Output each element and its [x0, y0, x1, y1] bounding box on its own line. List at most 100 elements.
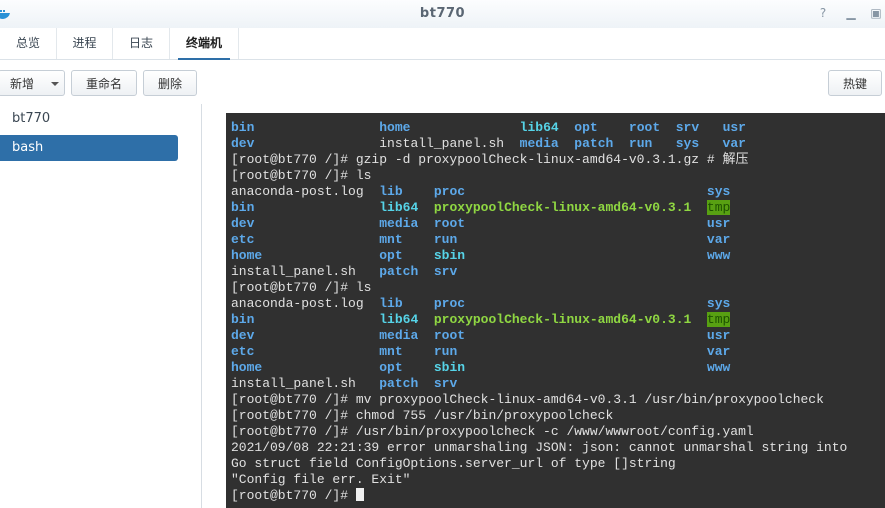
terminal-text: usr [722, 120, 746, 135]
terminal-text: [root@bt770 /]# chmod 755 /usr/bin/proxy… [231, 408, 614, 423]
terminal-text: proxypoolCheck-linux-amd64-v0.3.1 [433, 312, 692, 327]
terminal-text: opt [574, 120, 598, 135]
tab-log[interactable]: 日志 [113, 28, 170, 59]
delete-button[interactable]: 删除 [143, 70, 197, 96]
terminal-text: Go struct field ConfigOptions.server_url… [231, 456, 676, 471]
terminal-line: anaconda-post.log lib proc sys [231, 184, 847, 200]
terminal-line: [root@bt770 /]# ls [231, 280, 847, 296]
terminal-text: bin [231, 120, 255, 135]
terminal-line: [root@bt770 /]# chmod 755 /usr/bin/proxy… [231, 408, 847, 424]
terminal-cursor [355, 488, 364, 501]
sidebar-item-bash[interactable]: bash [0, 135, 178, 161]
terminal-text: [root@bt770 /]# gzip -d proxypoolCheck-l… [231, 152, 749, 167]
terminal-text: run [628, 136, 653, 151]
terminal-text: dev [231, 136, 255, 151]
panel-divider[interactable] [201, 104, 202, 508]
terminal-text: sbin [433, 248, 466, 263]
terminal-text: home [231, 360, 263, 375]
terminal-text: sys [706, 184, 731, 199]
terminal-text: home [231, 248, 263, 263]
terminal-panel[interactable]: bin home lib64 opt root srv usr dev insta… [226, 113, 885, 508]
terminal-text: srv [433, 264, 458, 279]
terminal-text: [root@bt770 /]# ls [231, 168, 372, 183]
terminal-line: etc mnt run var [231, 344, 847, 360]
terminal-output: bin home lib64 opt root srv usr dev insta… [231, 120, 847, 504]
terminal-text: proc [433, 296, 466, 311]
help-icon[interactable]: ? [815, 6, 831, 20]
terminal-text: run [433, 232, 458, 247]
terminal-text: install_panel.sh [231, 264, 356, 279]
terminal-line: home opt sbin www [231, 360, 847, 376]
terminal-text: root [628, 120, 661, 135]
tab-overview[interactable]: 总览 [0, 28, 57, 59]
session-sidebar: bt770 bash [0, 104, 190, 508]
terminal-text: patch [574, 136, 614, 151]
terminal-text: media [379, 328, 419, 343]
terminal-text: anaconda-post.log [231, 184, 364, 199]
terminal-text: sbin [433, 360, 466, 375]
terminal-text: run [433, 344, 458, 359]
terminal-text: dev [231, 328, 255, 343]
terminal-text: srv [433, 376, 458, 391]
terminal-text: var [706, 232, 731, 247]
terminal-text: opt [379, 248, 403, 263]
terminal-line: "Config file err. Exit" [231, 472, 847, 488]
terminal-line: dev media root usr [231, 328, 847, 344]
tab-processes[interactable]: 进程 [57, 28, 113, 59]
terminal-text: www [706, 360, 731, 375]
terminal-text: lib64 [519, 120, 559, 135]
terminal-text: 2021/09/08 22:21:39 error unmarshaling J… [231, 440, 848, 455]
terminal-line: anaconda-post.log lib proc sys [231, 296, 847, 312]
terminal-text: bin [231, 312, 255, 327]
new-dropdown-button[interactable] [45, 70, 65, 96]
terminal-line: bin home lib64 opt root srv usr [231, 120, 847, 136]
terminal-text: lib [379, 296, 403, 311]
new-button[interactable]: 新增 [0, 70, 46, 96]
terminal-text: install_panel.sh [379, 136, 505, 151]
terminal-text: mnt [379, 232, 403, 247]
terminal-text: var [706, 344, 731, 359]
terminal-line: bin lib64 proxypoolCheck-linux-amd64-v0.… [231, 312, 847, 328]
sidebar-item-bt770[interactable]: bt770 [0, 106, 178, 132]
maximize-icon[interactable]: ▣ [868, 6, 884, 20]
terminal-line: [root@bt770 /]# /usr/bin/proxypoolcheck … [231, 424, 847, 440]
terminal-line: 2021/09/08 22:21:39 error unmarshaling J… [231, 440, 847, 456]
rename-button[interactable]: 重命名 [71, 70, 137, 96]
terminal-text: lib [379, 184, 403, 199]
terminal-text: patch [379, 376, 419, 391]
terminal-text: proc [433, 184, 466, 199]
terminal-text: root [433, 328, 466, 343]
terminal-line: [root@bt770 /]# [231, 488, 847, 504]
title-bar: bt770 ? ▁ ▣ [0, 0, 885, 28]
terminal-text: media [519, 136, 559, 151]
window-title: bt770 [419, 6, 466, 21]
terminal-text: tmp [706, 200, 731, 215]
terminal-text: patch [379, 264, 419, 279]
terminal-text: etc [231, 232, 255, 247]
terminal-text: [root@bt770 /]# /usr/bin/proxypoolcheck … [231, 424, 754, 439]
tab-terminal[interactable]: 终端机 [170, 28, 239, 60]
terminal-text: bin [231, 200, 255, 215]
toolbar: 新增 重命名 删除 热键 [0, 60, 885, 104]
hotkey-button[interactable]: 热键 [828, 70, 882, 96]
terminal-line: [root@bt770 /]# gzip -d proxypoolCheck-l… [231, 152, 847, 168]
terminal-text: usr [706, 328, 731, 343]
terminal-text: srv [675, 120, 700, 135]
terminal-text: www [706, 248, 731, 263]
terminal-text: proxypoolCheck-linux-amd64-v0.3.1 [433, 200, 692, 215]
terminal-text: root [433, 216, 466, 231]
terminal-text: sys [706, 296, 731, 311]
terminal-line: dev install_panel.sh media patch run sys… [231, 136, 847, 152]
terminal-text: home [379, 120, 411, 135]
terminal-text: install_panel.sh [231, 376, 356, 391]
terminal-text: dev [231, 216, 255, 231]
terminal-text: [root@bt770 /]# mv proxypoolCheck-linux-… [231, 392, 824, 407]
terminal-line: [root@bt770 /]# mv proxypoolCheck-linux-… [231, 392, 847, 408]
terminal-text: anaconda-post.log [231, 296, 364, 311]
terminal-text: tmp [706, 312, 731, 327]
minimize-icon[interactable]: ▁ [843, 6, 859, 20]
terminal-line: Go struct field ConfigOptions.server_url… [231, 456, 847, 472]
terminal-line: dev media root usr [231, 216, 847, 232]
terminal-text: "Config file err. Exit" [231, 472, 411, 487]
terminal-text: etc [231, 344, 255, 359]
